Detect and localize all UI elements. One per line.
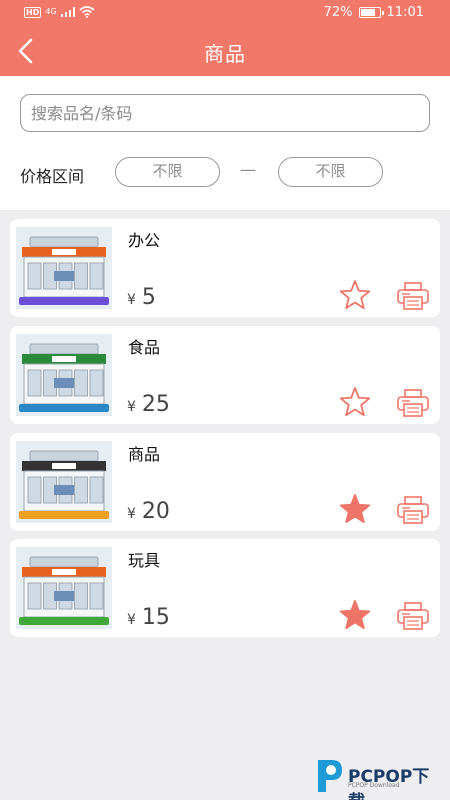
print-button[interactable] [396, 388, 430, 418]
product-price: ¥ 20 [127, 499, 170, 524]
star-outline-icon [339, 280, 371, 310]
favorite-button[interactable] [338, 386, 372, 418]
store-building-icon [16, 547, 112, 629]
print-button[interactable] [396, 495, 430, 525]
currency-symbol: ¥ [127, 612, 136, 628]
page-title: 商品 [204, 42, 246, 66]
print-button[interactable] [396, 281, 430, 311]
signal-icon [60, 7, 75, 17]
currency-symbol: ¥ [127, 292, 136, 308]
store-image [16, 227, 112, 309]
price-range-label: 价格区间 [20, 167, 85, 186]
filter-panel: 价格区间 不限 — 不限 [0, 76, 450, 210]
price-range-separator: — [240, 160, 256, 179]
store-image [16, 334, 112, 416]
app-header: HD 4G 72% 11:01 商品 [0, 0, 450, 76]
store-building-icon [16, 227, 112, 309]
printer-icon [397, 282, 429, 310]
watermark-text: PCPOP下载 [348, 767, 430, 800]
pcpop-logo-icon [318, 760, 342, 792]
star-outline-icon [339, 387, 371, 417]
store-building-icon [16, 334, 112, 416]
star-filled-icon [339, 600, 371, 630]
printer-icon [397, 602, 429, 630]
price-min-field[interactable]: 不限 [115, 157, 220, 187]
status-bar: HD 4G 72% 11:01 [0, 0, 450, 28]
product-name: 玩具 [128, 551, 161, 570]
price-value: 5 [141, 285, 156, 310]
product-card[interactable]: 玩具 ¥ 15 [10, 539, 440, 637]
favorite-button[interactable] [338, 279, 372, 311]
favorite-button[interactable] [338, 599, 372, 631]
product-card[interactable]: 食品 ¥ 25 [10, 326, 440, 424]
clock: 11:01 [386, 5, 424, 20]
product-price: ¥ 25 [127, 392, 170, 417]
price-value: 20 [141, 499, 170, 524]
battery-icon [358, 7, 384, 18]
printer-icon [397, 389, 429, 417]
print-button[interactable] [396, 601, 430, 631]
product-name: 商品 [128, 445, 161, 464]
battery-percent: 72% [323, 5, 353, 20]
store-image [16, 441, 112, 523]
price-max-field[interactable]: 不限 [278, 157, 383, 187]
product-name: 办公 [128, 231, 161, 250]
favorite-button[interactable] [338, 493, 372, 525]
network-type: 4G [45, 7, 57, 16]
watermark-subtext: PCPOP Download [348, 782, 400, 789]
currency-symbol: ¥ [127, 399, 136, 415]
price-value: 15 [141, 605, 170, 630]
hd-badge: HD [24, 6, 42, 18]
currency-symbol: ¥ [127, 506, 136, 522]
product-card[interactable]: 办公 ¥ 5 [10, 219, 440, 317]
product-price: ¥ 15 [127, 605, 170, 630]
product-price: ¥ 5 [127, 285, 156, 310]
search-input[interactable] [20, 94, 430, 132]
star-filled-icon [339, 494, 371, 524]
store-image [16, 547, 112, 629]
printer-icon [397, 496, 429, 524]
store-building-icon [16, 441, 112, 523]
price-value: 25 [141, 392, 170, 417]
watermark: PCPOP下载 PCPOP Download [312, 756, 444, 800]
product-name: 食品 [128, 338, 161, 357]
wifi-icon [79, 6, 95, 18]
product-card[interactable]: 商品 ¥ 20 [10, 433, 440, 531]
